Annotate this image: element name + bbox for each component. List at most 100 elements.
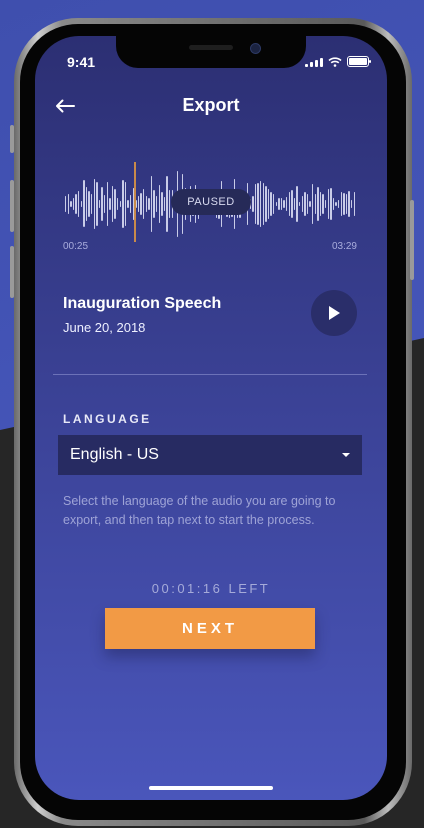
- power-button: [410, 200, 414, 280]
- waveform-bar: [327, 189, 329, 219]
- waveform-bar: [93, 179, 95, 229]
- status-icons: [305, 56, 371, 67]
- waveform-bar: [96, 182, 98, 226]
- waveform-bar: [153, 189, 155, 219]
- waveform-bar: [137, 196, 140, 212]
- waveform-bar: [348, 191, 350, 217]
- track-title: Inauguration Speech: [63, 295, 222, 312]
- waveform-bar: [119, 201, 121, 207]
- waveform-bar: [158, 185, 160, 223]
- play-icon: [329, 306, 340, 320]
- language-helper-text: Select the language of the audio you are…: [63, 494, 336, 527]
- waveform-bar: [101, 186, 103, 222]
- elapsed-time: 00:25: [63, 241, 89, 252]
- waveform-bar: [127, 200, 129, 208]
- waveform-bar: [78, 191, 80, 217]
- waveform-bar: [340, 192, 342, 216]
- waveform-bar: [114, 188, 116, 220]
- waveform-bar: [299, 202, 301, 206]
- total-duration: 03:29: [331, 241, 357, 252]
- waveform-bar: [291, 190, 293, 218]
- signal-icon: [305, 57, 323, 67]
- waveform-bar: [278, 198, 280, 210]
- paused-badge: PAUSED: [171, 189, 251, 215]
- waveform-bar: [265, 185, 267, 223]
- waveform-bar: [353, 192, 355, 216]
- waveform-bar: [65, 195, 67, 213]
- language-label: LANGUAGE: [63, 412, 152, 426]
- waveform-bar: [98, 200, 101, 208]
- speaker-grille: [189, 45, 233, 50]
- waveform-bar: [72, 197, 75, 210]
- language-select[interactable]: English - US: [58, 435, 362, 475]
- waveform-bar: [335, 202, 337, 206]
- waveform-bar: [304, 191, 306, 217]
- waveform-bar: [83, 180, 85, 228]
- front-camera: [250, 43, 261, 54]
- waveform-bar: [91, 194, 93, 214]
- waveform-bar: [166, 175, 168, 233]
- play-button[interactable]: [311, 290, 357, 336]
- waveform-bar: [306, 194, 309, 214]
- waveform-bar: [145, 196, 147, 212]
- playhead[interactable]: [134, 162, 136, 242]
- waveform-bar: [270, 191, 272, 217]
- waveform-bar: [163, 197, 166, 211]
- time-left-label: 00:01:16 LEFT: [151, 581, 271, 596]
- language-selected-value: English - US: [70, 446, 159, 463]
- waveform-bar: [273, 193, 275, 215]
- waveform-bar: [257, 182, 259, 226]
- waveform-bar: [260, 181, 262, 227]
- waveform-bar: [161, 191, 163, 217]
- waveform-bar: [130, 194, 132, 214]
- wifi-icon: [328, 56, 342, 67]
- waveform-bar: [143, 189, 145, 219]
- volume-down-button: [10, 246, 14, 298]
- waveform-bar: [124, 181, 127, 227]
- notch: [116, 36, 306, 68]
- page-title: Export: [182, 95, 240, 115]
- waveform-bar: [70, 200, 72, 208]
- waveform-bar: [88, 191, 90, 217]
- waveform-bar: [280, 197, 283, 211]
- mute-switch: [10, 125, 14, 153]
- waveform-bar: [85, 186, 88, 222]
- track-date: June 20, 2018: [63, 320, 146, 335]
- section-divider: [53, 374, 367, 375]
- waveform-bar: [80, 200, 82, 208]
- waveform-bar: [267, 188, 270, 219]
- waveform-bar: [254, 183, 257, 225]
- waveform-bar: [252, 195, 254, 213]
- status-time: 9:41: [67, 54, 96, 70]
- waveform-bar: [106, 181, 108, 227]
- waveform-bar: [314, 194, 316, 214]
- waveform-bar: [312, 184, 314, 224]
- waveform-bar: [301, 195, 303, 213]
- waveform-bar: [67, 194, 69, 214]
- waveform-bar: [140, 193, 142, 215]
- waveform-bar: [150, 176, 153, 232]
- waveform-bar: [111, 186, 114, 222]
- waveform-bar: [332, 198, 335, 210]
- waveform-bar: [351, 199, 353, 209]
- waveform-bar: [109, 197, 111, 211]
- waveform-bar: [117, 197, 119, 211]
- waveform-bar: [296, 185, 298, 223]
- waveform-bar: [293, 197, 296, 210]
- home-indicator[interactable]: [149, 786, 273, 790]
- waveform-bar: [330, 187, 332, 221]
- waveform-bar: [319, 192, 322, 216]
- waveform-bar: [322, 194, 324, 214]
- waveform-bar: [262, 183, 264, 225]
- waveform-bar: [75, 193, 77, 215]
- waveform-bar: [343, 192, 345, 216]
- caret-down-icon: [342, 453, 350, 457]
- waveform-bar: [288, 191, 290, 217]
- waveform-bar: [104, 195, 106, 213]
- waveform-bar: [122, 180, 124, 228]
- waveform-bar: [275, 202, 277, 206]
- waveform-bar: [325, 200, 327, 208]
- phone-screen: 9:41 Export PAUSED 00:25 03:29 Inaugurat…: [35, 36, 387, 800]
- next-button[interactable]: NEXT: [105, 608, 315, 649]
- waveform-bar: [283, 199, 285, 209]
